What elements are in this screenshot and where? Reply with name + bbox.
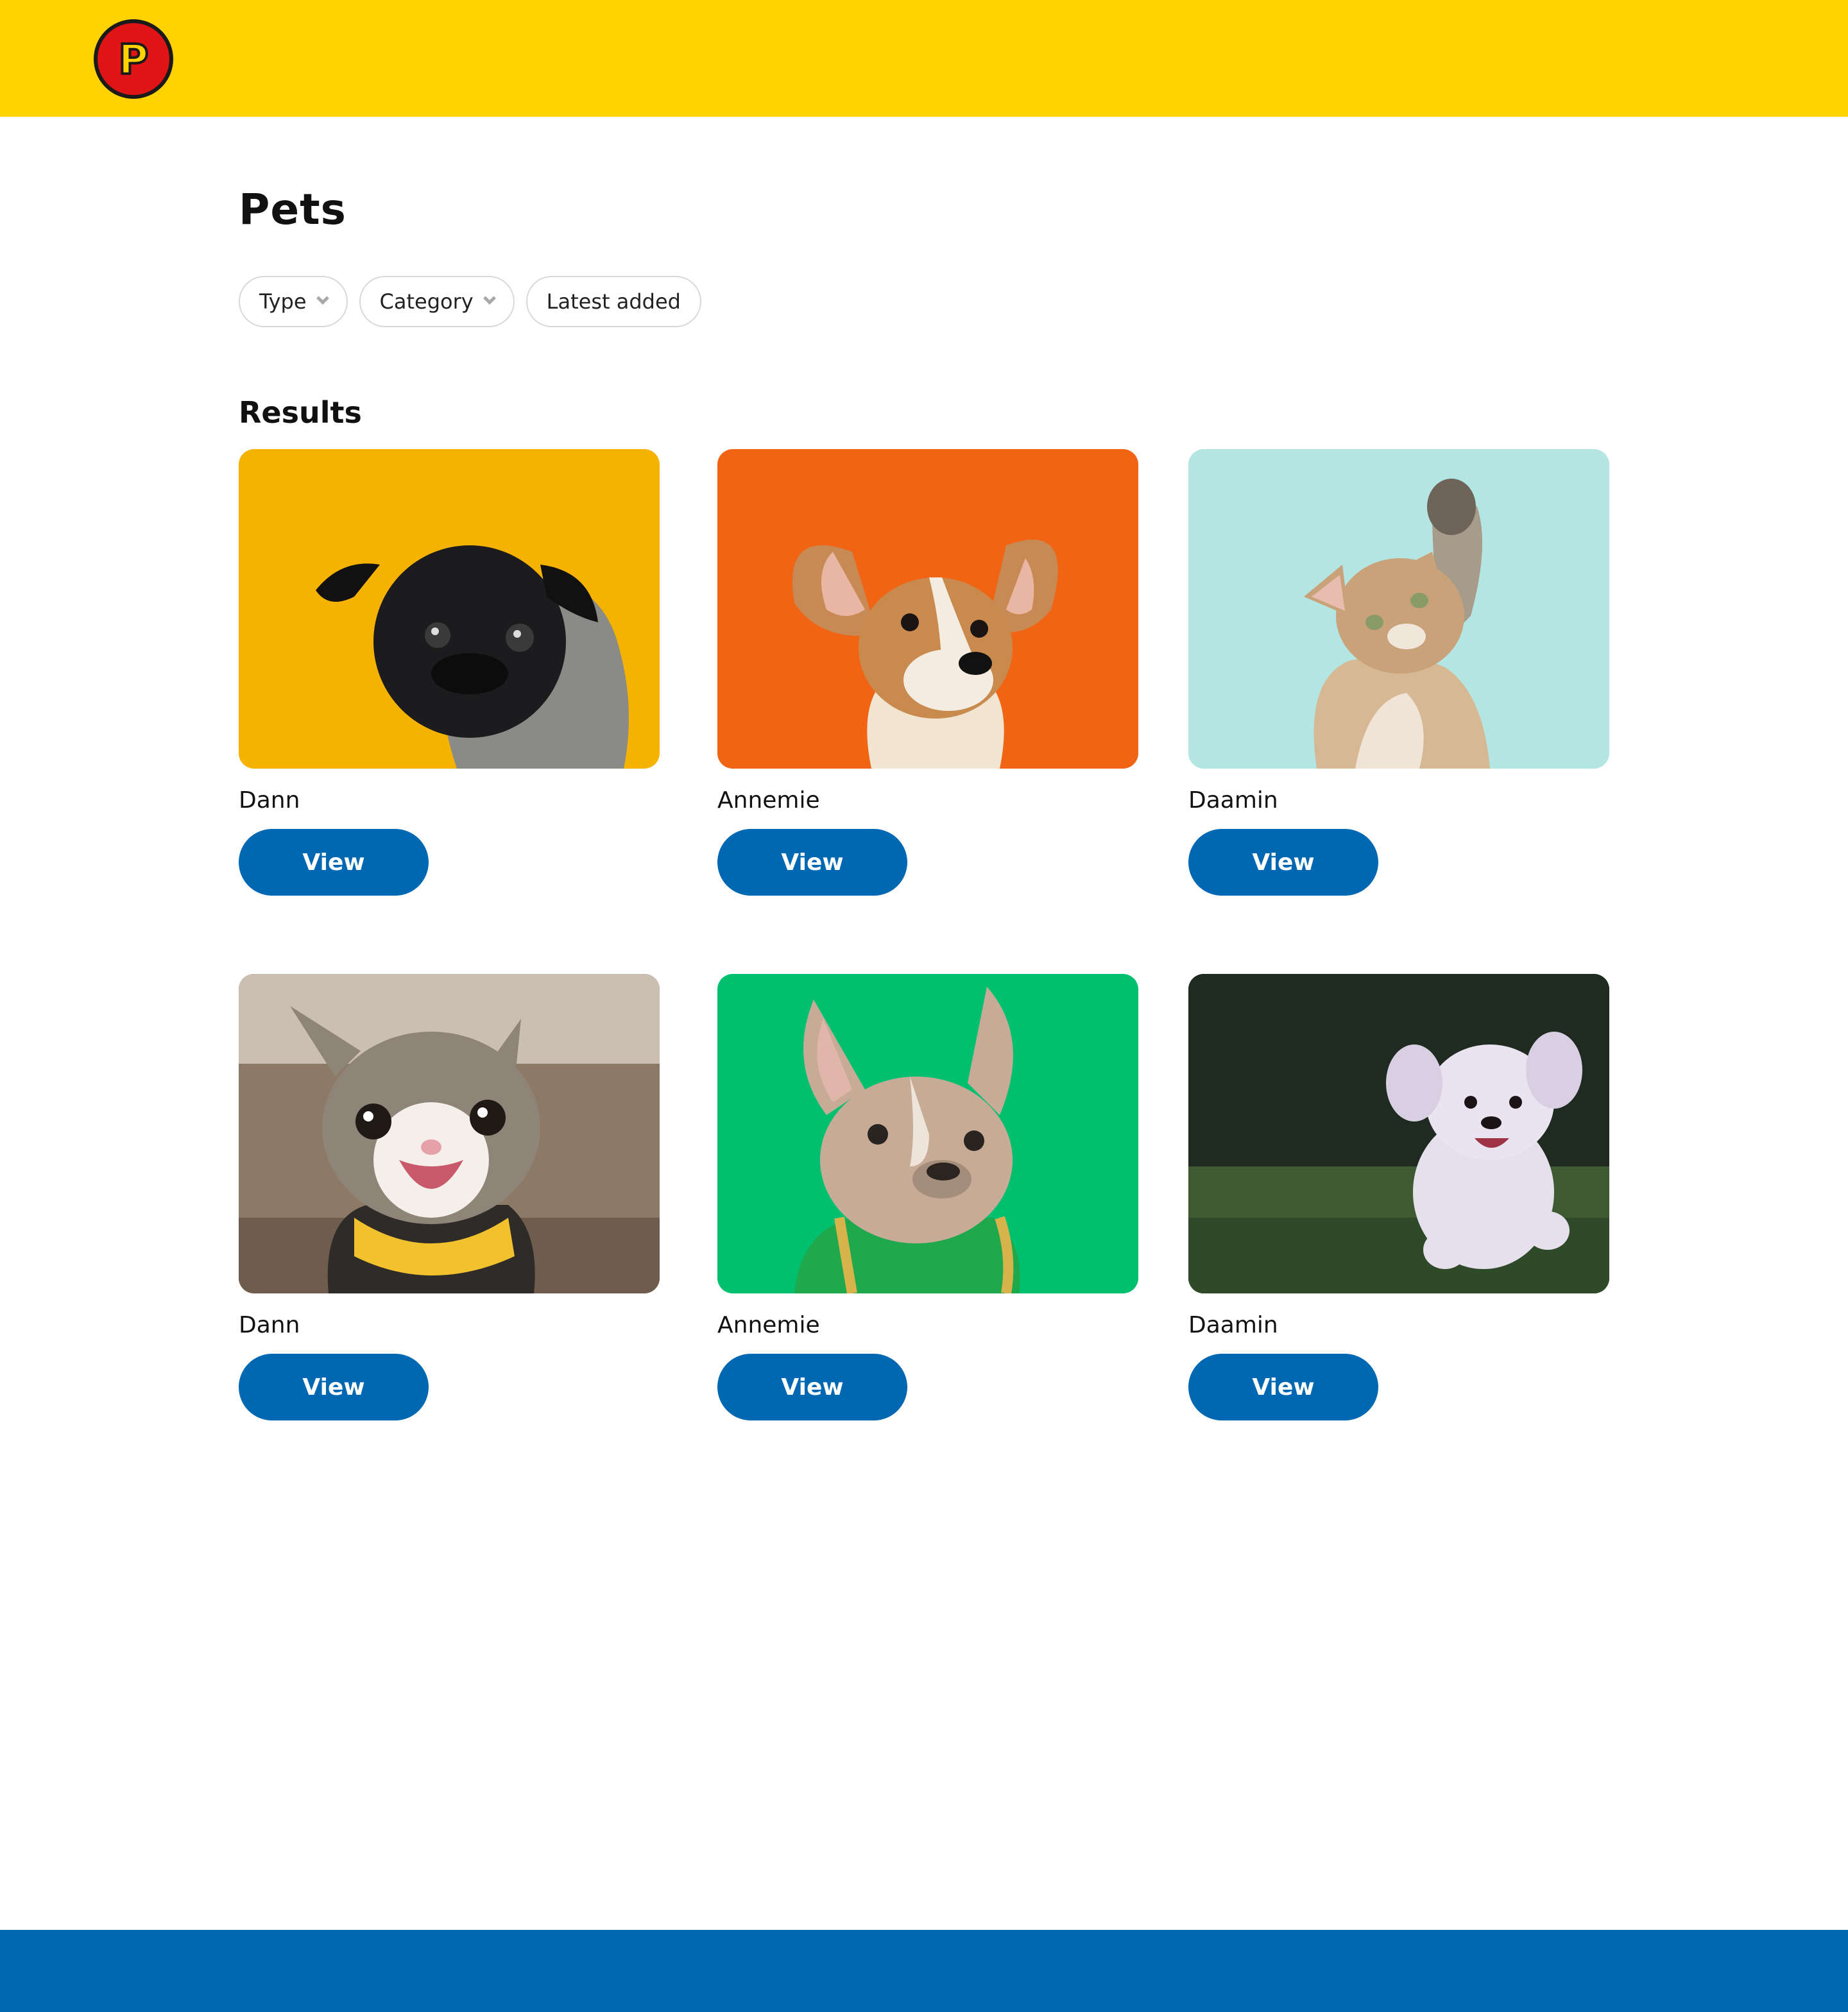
pet-name: Annemie bbox=[717, 787, 820, 814]
view-button[interactable]: View bbox=[1188, 829, 1378, 896]
french-bulldog-illustration bbox=[794, 987, 1020, 1293]
filter-type-label: Type bbox=[259, 289, 307, 314]
filter-bar: Type Category Latest added bbox=[239, 276, 701, 327]
top-bar: P bbox=[0, 0, 1848, 117]
chevron-down-icon bbox=[483, 292, 496, 305]
pet-name: Dann bbox=[239, 787, 300, 814]
sort-latest-added[interactable]: Latest added bbox=[526, 276, 701, 327]
pug-illustration bbox=[316, 545, 629, 769]
footer-bar bbox=[0, 1930, 1848, 2012]
chevron-down-icon bbox=[316, 292, 329, 305]
filter-category-label: Category bbox=[379, 289, 474, 314]
pet-name: Daamin bbox=[1188, 787, 1278, 814]
filter-category[interactable]: Category bbox=[359, 276, 515, 327]
logo-letter: P bbox=[117, 37, 150, 84]
view-button[interactable]: View bbox=[717, 829, 907, 896]
pet-photo[interactable] bbox=[1188, 449, 1609, 769]
pet-name: Daamin bbox=[1188, 1312, 1278, 1338]
page-title: Pets bbox=[239, 185, 346, 234]
pet-photo[interactable] bbox=[1188, 974, 1609, 1293]
laughing-cat-illustration bbox=[239, 974, 660, 1293]
pet-card: Dann View bbox=[239, 974, 660, 1420]
kitten-illustration bbox=[1304, 479, 1490, 769]
pet-card: Daamin View bbox=[1188, 449, 1609, 896]
fluffy-dog-illustration bbox=[1188, 974, 1609, 1293]
view-button[interactable]: View bbox=[717, 1354, 907, 1420]
pet-photo[interactable] bbox=[717, 974, 1138, 1293]
pet-card: Daamin View bbox=[1188, 974, 1609, 1420]
sort-latest-added-label: Latest added bbox=[546, 289, 681, 314]
pet-name: Annemie bbox=[717, 1312, 820, 1338]
filter-type[interactable]: Type bbox=[239, 276, 348, 327]
pet-name: Dann bbox=[239, 1312, 300, 1338]
view-button[interactable]: View bbox=[239, 829, 429, 896]
pet-photo[interactable] bbox=[717, 449, 1138, 769]
pet-card: Annemie View bbox=[717, 974, 1138, 1420]
view-button[interactable]: View bbox=[239, 1354, 429, 1420]
pet-card: Annemie View bbox=[717, 449, 1138, 896]
logo[interactable]: P bbox=[94, 19, 173, 99]
pet-photo[interactable] bbox=[239, 974, 660, 1293]
pet-photo[interactable] bbox=[239, 449, 660, 769]
corgi-illustration bbox=[792, 540, 1058, 769]
results-heading: Results bbox=[239, 395, 362, 430]
pet-card: Dann View bbox=[239, 449, 660, 896]
view-button[interactable]: View bbox=[1188, 1354, 1378, 1420]
